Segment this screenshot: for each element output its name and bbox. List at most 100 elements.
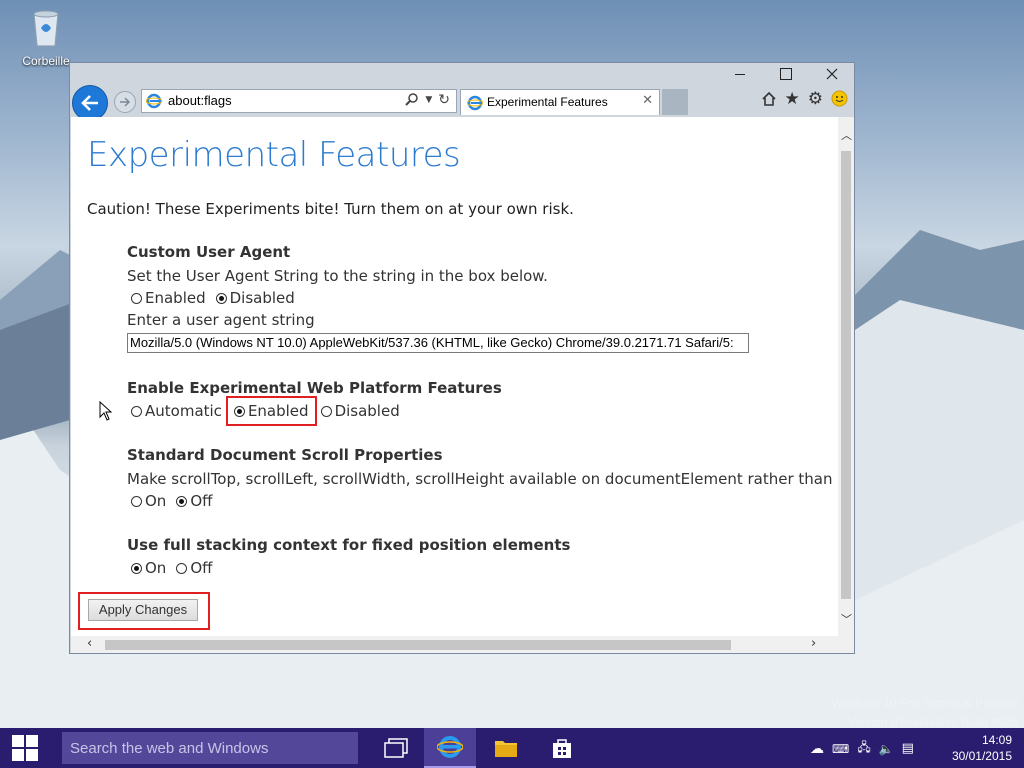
scrollbar-corner [838,636,854,653]
taskbar-store[interactable] [536,728,588,768]
radio-label: Automatic [145,402,222,420]
action-center-icon[interactable]: ▤ [902,741,914,756]
favorites-star-icon[interactable]: ★ [785,90,800,107]
radio-scroll-on[interactable] [131,495,142,507]
radio-stacking-off[interactable] [176,562,188,574]
refresh-icon[interactable]: ↻ [438,93,450,107]
radio-ua-disabled[interactable] [215,292,227,304]
network-icon[interactable]: 🖧 [857,738,870,759]
section-description: Set the User Agent String to the string … [127,267,548,285]
tab-experimental-features[interactable]: Experimental Features ✕ [460,89,660,115]
vertical-scroll-thumb[interactable] [841,151,851,599]
task-view-button[interactable] [370,728,422,768]
enabled-highlight: Enabled [225,396,317,426]
new-tab-button[interactable] [662,89,688,115]
section-title: Enable Experimental Web Platform Feature… [127,379,502,397]
volume-icon[interactable]: 🔈 [879,742,894,756]
radio-label: Enabled [247,402,309,420]
scroll-up-icon[interactable]: ︿ [841,127,852,143]
windows-watermark: Windows 10 Pro Technical Preview Version… [831,694,1018,732]
section-stacking-context: Use full stacking context for fixed posi… [127,535,570,579]
radio-label: Disabled [334,402,400,420]
taskbar-file-explorer[interactable] [480,728,532,768]
address-text: about:flags [168,93,232,108]
navigation-bar: about:flags ▼ ↻ Experimental Features ✕ … [70,85,854,121]
radio-label: Disabled [229,289,295,307]
title-bar [70,63,854,85]
radio-ua-enabled[interactable] [131,292,142,304]
scroll-left-icon[interactable]: ‹ [87,636,92,651]
recycle-bin[interactable]: Corbeille [14,6,78,68]
radio-label: On [145,492,167,510]
browser-window: about:flags ▼ ↻ Experimental Features ✕ … [69,62,855,654]
apply-highlight: Apply Changes [78,592,210,630]
forward-button[interactable] [114,91,136,113]
mouse-cursor-icon [99,401,113,421]
taskbar-internet-explorer[interactable] [424,728,476,768]
page-content: Experimental Features Caution! These Exp… [71,117,838,636]
recycle-bin-icon [30,6,62,47]
radio-label: Enabled [145,289,206,307]
radio-webplat-enabled[interactable] [233,405,245,417]
maximize-icon [780,68,792,80]
vertical-scrollbar[interactable]: ︿ ﹀ [838,117,854,636]
ie-logo-icon [437,736,463,758]
section-title: Custom User Agent [127,243,291,261]
radio-label: Off [190,492,213,510]
taskbar: Search the web and Windows ☁ ⌨ 🖧 🔈 ▤ 14:… [0,728,1024,768]
ie-logo-icon [146,93,162,109]
minimize-icon [735,73,745,75]
section-scroll-properties: Standard Document Scroll Properties Make… [127,445,838,512]
radio-webplat-disabled[interactable] [320,405,332,417]
start-button[interactable] [0,728,50,768]
clock[interactable]: 14:09 30/01/2015 [952,732,1012,764]
home-icon[interactable] [761,91,777,107]
scroll-down-icon[interactable]: ﹀ [841,611,852,627]
horizontal-scrollbar[interactable]: ‹ › [71,636,838,653]
search-icon[interactable] [405,93,419,107]
apply-changes-button[interactable]: Apply Changes [88,599,198,621]
system-tray: ☁ ⌨ 🖧 🔈 ▤ [810,738,914,759]
radio-stacking-on[interactable] [131,562,142,574]
back-arrow-icon [81,95,98,111]
taskbar-search-box[interactable]: Search the web and Windows [62,732,358,764]
search-placeholder: Search the web and Windows [70,740,269,757]
watermark-line1: Windows 10 Pro Technical Preview [831,696,1018,710]
input-label: Enter a user agent string [127,311,315,329]
clock-date: 30/01/2015 [951,749,1012,763]
windows-logo-icon [12,735,38,761]
dropdown-icon[interactable]: ▼ [425,93,432,107]
task-view-icon [384,738,408,758]
forward-arrow-icon [120,97,131,107]
tab-title: Experimental Features [487,95,608,109]
radio-label: Off [190,559,213,577]
back-button[interactable] [72,85,108,121]
radio-webplat-automatic[interactable] [131,405,142,417]
smiley-icon[interactable] [831,90,848,107]
onedrive-icon[interactable]: ☁ [810,741,824,757]
radio-scroll-off[interactable] [176,495,188,507]
caution-text: Caution! These Experiments bite! Turn th… [87,200,574,218]
page-title: Experimental Features [87,135,461,175]
close-tab-icon[interactable]: ✕ [642,93,653,108]
section-title: Standard Document Scroll Properties [127,446,443,464]
keyboard-icon[interactable]: ⌨ [832,742,849,756]
user-agent-input[interactable]: Mozilla/5.0 (Windows NT 10.0) AppleWebKi… [127,333,749,353]
section-title: Use full stacking context for fixed posi… [127,536,571,554]
ie-logo-icon [467,95,483,111]
folder-icon [495,741,517,757]
section-custom-user-agent: Custom User Agent Set the User Agent Str… [127,242,749,353]
close-window-button[interactable] [809,63,855,85]
maximize-button[interactable] [763,63,809,85]
minimize-button[interactable] [717,63,763,85]
horizontal-scroll-thumb[interactable] [105,640,731,650]
address-bar[interactable]: about:flags ▼ ↻ [141,89,457,113]
scroll-right-icon[interactable]: › [811,636,816,651]
close-icon [826,68,838,80]
store-icon [553,739,571,758]
gear-icon[interactable]: ⚙ [808,90,823,107]
section-description: Make scrollTop, scrollLeft, scrollWidth,… [127,470,838,488]
section-web-platform: Enable Experimental Web Platform Feature… [127,378,502,426]
radio-label: On [145,559,167,577]
clock-time: 14:09 [981,733,1012,747]
